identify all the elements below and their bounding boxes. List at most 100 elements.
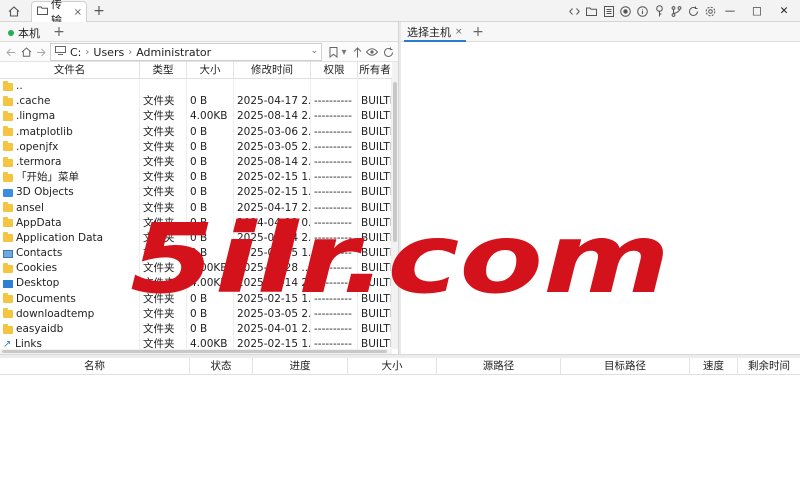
refresh-icon[interactable] (687, 4, 700, 18)
file-name-text: downloadtemp (16, 307, 95, 320)
file-mtime-cell: 2025-08-14 2... (234, 154, 311, 171)
minimize-button[interactable]: — (718, 2, 742, 20)
file-mtime-cell: 2025-06-28 ... (234, 261, 311, 277)
home-icon[interactable] (6, 4, 22, 18)
path-segment-admin[interactable]: Administrator (136, 46, 211, 59)
column-header-type[interactable]: 类型 (140, 62, 187, 79)
column-header-source-path[interactable]: 源路径 (437, 358, 561, 375)
forward-icon[interactable] (34, 45, 48, 59)
table-row[interactable]: .openjfx 文件夹 0 B 2025-03-05 2... ---------- B… (0, 139, 392, 155)
file-type-cell: 文件夹 (140, 124, 187, 140)
table-row[interactable]: 3D Objects 文件夹 0 B 2025-02-15 1... ---------… (0, 185, 392, 201)
scrollbar-thumb[interactable] (393, 82, 397, 242)
column-header-name[interactable]: 文件名 (0, 62, 140, 79)
column-header-permission[interactable]: 权限 (311, 62, 358, 79)
bookmark-dropdown-icon[interactable]: ▾ (337, 45, 351, 59)
column-header-speed[interactable]: 速度 (690, 358, 738, 375)
table-row[interactable]: .. (0, 79, 392, 95)
file-mtime-cell: 2025-02-15 1... (234, 337, 311, 349)
tab-local[interactable]: 本机 (3, 24, 45, 42)
table-row[interactable]: downloadtemp 文件夹 0 B 2025-03-05 2... -------… (0, 306, 392, 322)
settings-icon[interactable] (704, 4, 717, 18)
file-owner-cell: BUILTI (358, 170, 392, 186)
add-tab-button[interactable]: + (92, 3, 106, 19)
folder-icon (3, 293, 13, 304)
column-header-target-path[interactable]: 目标路径 (561, 358, 690, 375)
refresh-icon[interactable] (381, 45, 395, 59)
file-name-text: Documents (16, 292, 76, 305)
branch-icon[interactable] (670, 4, 683, 18)
key-icon[interactable] (653, 4, 666, 18)
table-row[interactable]: 「开始」菜单 文件夹 0 B 2025-02-15 1... ---------- BUI… (0, 170, 392, 186)
file-name-cell: ansel (0, 200, 140, 216)
list-icon[interactable] (602, 4, 615, 18)
file-permission-cell: ---------- (311, 276, 358, 292)
maximize-button[interactable]: □ (745, 2, 769, 20)
folder-icon (3, 202, 13, 213)
table-row[interactable]: .termora 文件夹 0 B 2025-08-14 2... ---------- B… (0, 154, 392, 171)
file-size-cell: 4.00KB (187, 261, 234, 277)
table-row[interactable]: AppData 文件夹 0 B 2024-04-12 0... ---------- BU… (0, 215, 392, 231)
path-breadcrumb[interactable]: C: › Users › Administrator ⌄ (50, 43, 322, 61)
tab-transfer[interactable]: 传输 × (31, 0, 87, 27)
record-icon[interactable] (619, 4, 632, 18)
close-window-button[interactable]: ✕ (772, 2, 796, 20)
column-header-progress[interactable]: 进度 (253, 358, 348, 375)
code-icon[interactable] (568, 4, 581, 18)
path-segment-drive[interactable]: C: (70, 46, 81, 59)
table-row[interactable]: Documents 文件夹 0 B 2025-02-15 1... ----------… (0, 291, 392, 307)
chevron-down-icon[interactable]: ⌄ (310, 46, 318, 56)
add-host-session-button[interactable]: + (471, 24, 485, 40)
file-type-cell: 文件夹 (140, 261, 187, 277)
file-owner-cell: BUILTI (358, 154, 392, 171)
file-owner-cell: BUILTI (358, 139, 392, 155)
tab-close-icon[interactable]: × (74, 7, 82, 18)
table-row[interactable]: Contacts 文件夹 0 B 2025-02-15 1... ---------- B… (0, 246, 392, 262)
tab-select-host-label: 选择主机 (407, 26, 451, 39)
path-segment-users[interactable]: Users (93, 46, 124, 59)
home-icon[interactable] (19, 45, 33, 59)
table-row[interactable]: easyaidb 文件夹 0 B 2025-04-01 2... ---------- B… (0, 322, 392, 338)
scrollbar-thumb[interactable] (2, 350, 387, 353)
column-header-transfer-name[interactable]: 名称 (0, 358, 190, 375)
back-icon[interactable] (4, 45, 18, 59)
table-row[interactable]: Cookies 文件夹 4.00KB 2025-06-28 ... ----------… (0, 261, 392, 277)
table-row[interactable]: .matplotlib 文件夹 0 B 2025-03-06 2... --------… (0, 124, 392, 140)
file-name-cell: Documents (0, 291, 140, 307)
table-row[interactable]: .lingma 文件夹 4.00KB 2025-08-14 2... ---------… (0, 109, 392, 125)
file-mtime-cell: 2025-04-01 2... (234, 322, 311, 338)
column-header-owner[interactable]: 所有者 (358, 62, 392, 79)
table-row[interactable]: ansel 文件夹 0 B 2025-04-17 2... ---------- BUIL… (0, 200, 392, 216)
add-local-session-button[interactable]: + (52, 24, 66, 40)
folder-icon (3, 141, 13, 152)
contacts-folder-icon (3, 249, 13, 258)
file-owner-cell: BUILTI (358, 215, 392, 231)
column-header-size[interactable]: 大小 (187, 62, 234, 79)
info-icon[interactable] (636, 4, 649, 18)
up-arrow-icon[interactable] (350, 45, 364, 59)
column-header-remaining-time[interactable]: 剩余时间 (738, 358, 800, 375)
table-row[interactable]: Application Data 文件夹 0 B 2025-08-14 2... ---… (0, 230, 392, 247)
table-row[interactable]: .cache 文件夹 0 B 2025-04-17 2... ---------- BUI… (0, 94, 392, 110)
column-header-transfer-size[interactable]: 大小 (348, 358, 437, 375)
file-mtime-cell: 2025-08-14 2... (234, 230, 311, 247)
tab-select-host[interactable]: 选择主机 × (404, 24, 466, 42)
file-permission-cell: ---------- (311, 200, 358, 216)
file-size-cell: 4.00KB (187, 276, 234, 292)
file-type-cell: 文件夹 (140, 200, 187, 216)
folder-icon[interactable] (585, 4, 598, 18)
table-row[interactable]: Desktop 文件夹 4.00KB 2025-08-14 2... ---------… (0, 276, 392, 292)
folder-icon (3, 95, 13, 106)
file-type-cell: 文件夹 (140, 291, 187, 307)
folder-icon (3, 262, 13, 273)
host-tab-close-icon[interactable]: × (455, 27, 463, 37)
file-mtime-cell: 2025-03-05 2... (234, 306, 311, 322)
folder-icon (3, 232, 13, 243)
column-header-mtime[interactable]: 修改时间 (234, 62, 311, 79)
eye-icon[interactable] (365, 45, 379, 59)
file-name-text: Cookies (16, 262, 58, 275)
file-owner-cell: BUILTI (358, 94, 392, 110)
file-name-text: ansel (16, 201, 44, 214)
column-header-status[interactable]: 状态 (190, 358, 253, 375)
table-row[interactable]: ↗ Links 文件夹 4.00KB 2025-02-15 1... ----------… (0, 337, 392, 349)
